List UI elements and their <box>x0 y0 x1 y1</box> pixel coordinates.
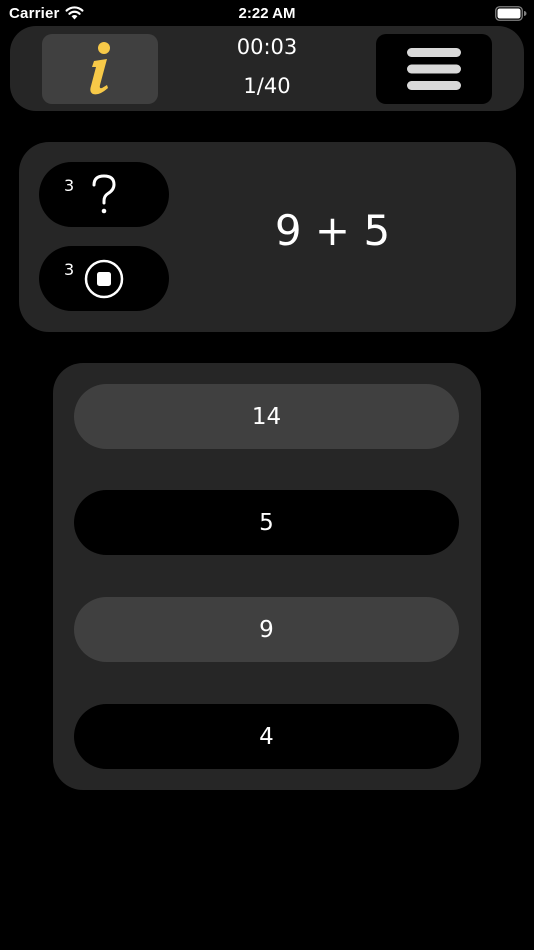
answer-option-4[interactable]: 4 <box>74 704 459 769</box>
battery-icon <box>495 6 527 21</box>
hamburger-menu-icon <box>407 48 461 90</box>
status-bar: Carrier 2:22 AM <box>0 0 534 28</box>
question-panel: 3 3 9 + 5 <box>19 142 516 332</box>
answers-panel: 14 5 9 4 <box>53 363 481 790</box>
answer-option-3[interactable]: 9 <box>74 597 459 662</box>
equation-text: 9 + 5 <box>274 206 391 255</box>
answer-option-2[interactable]: 5 <box>74 490 459 555</box>
hint-count: 3 <box>64 176 75 195</box>
top-toolbar: 00:03 1/40 <box>10 26 524 111</box>
question-mark-icon <box>92 174 116 214</box>
menu-button[interactable] <box>376 34 492 104</box>
clock-time: 2:22 AM <box>238 5 296 22</box>
stop-button[interactable]: 3 <box>39 246 169 311</box>
stop-icon <box>84 259 124 299</box>
stop-count: 3 <box>64 260 75 279</box>
answer-option-1[interactable]: 14 <box>74 384 459 449</box>
hint-button[interactable]: 3 <box>39 162 169 227</box>
